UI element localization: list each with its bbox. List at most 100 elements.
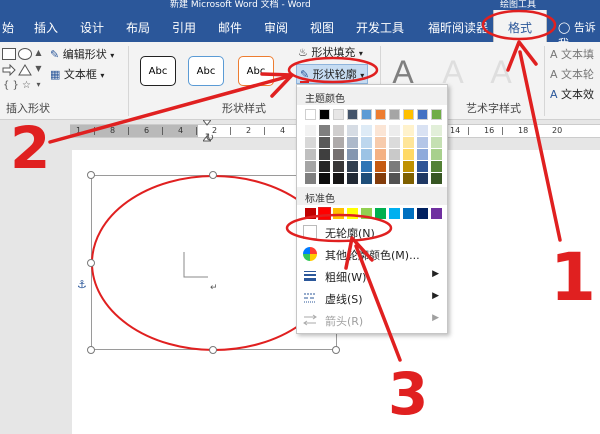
theme-color-shade-swatch[interactable]	[431, 125, 442, 136]
submenu-arrow-icon: ▶	[432, 291, 439, 301]
dashes-label: 虚线(S)	[325, 293, 363, 306]
standard-color-swatch[interactable]	[347, 208, 358, 219]
more-outline-colors-item[interactable]: 其他轮廓颜色(M)...	[297, 243, 447, 265]
weight-label: 粗细(W)	[325, 271, 367, 284]
theme-color-shade-swatch[interactable]	[319, 173, 330, 184]
theme-color-shade-swatch[interactable]	[389, 173, 400, 184]
theme-color-shade-swatch[interactable]	[361, 173, 372, 184]
standard-color-swatch[interactable]	[375, 208, 386, 219]
theme-color-shade-swatch[interactable]	[417, 125, 428, 136]
theme-color-shade-swatch[interactable]	[333, 137, 344, 148]
standard-color-swatch[interactable]	[403, 208, 414, 219]
dashes-item[interactable]: 虚线(S) ▶	[297, 287, 447, 309]
theme-color-shade-swatch[interactable]	[431, 137, 442, 148]
no-outline-label: 无轮廓(N)	[325, 227, 375, 240]
weight-item[interactable]: 粗细(W) ▶	[297, 265, 447, 287]
theme-color-swatch[interactable]	[361, 109, 372, 120]
theme-color-shade-swatch[interactable]	[389, 137, 400, 148]
theme-color-swatch[interactable]	[403, 109, 414, 120]
standard-color-swatch[interactable]	[318, 207, 331, 220]
line-weight-icon	[304, 271, 316, 281]
theme-color-shade-swatch[interactable]	[361, 137, 372, 148]
standard-color-swatch[interactable]	[389, 208, 400, 219]
theme-color-shade-swatch[interactable]	[403, 173, 414, 184]
arrow-style-icon	[303, 314, 317, 326]
arrows-label: 箭头(R)	[325, 315, 364, 328]
theme-color-shade-swatch[interactable]	[417, 137, 428, 148]
more-outline-colors-label: 其他轮廓颜色(M)...	[325, 249, 420, 262]
color-wheel-icon	[303, 247, 317, 261]
theme-color-shade-swatch[interactable]	[389, 161, 400, 172]
theme-color-shade-swatch[interactable]	[403, 149, 414, 160]
theme-color-shade-swatch[interactable]	[305, 149, 316, 160]
theme-color-shade-swatch[interactable]	[431, 173, 442, 184]
theme-color-swatch[interactable]	[305, 109, 316, 120]
theme-color-shade-swatch[interactable]	[417, 173, 428, 184]
submenu-arrow-icon: ▶	[432, 313, 439, 323]
resize-handle[interactable]	[87, 171, 95, 179]
theme-color-shade-swatch[interactable]	[305, 137, 316, 148]
theme-color-shade-swatch[interactable]	[333, 173, 344, 184]
theme-color-swatch[interactable]	[333, 109, 344, 120]
theme-color-shade-swatch[interactable]	[305, 173, 316, 184]
theme-color-shade-swatch[interactable]	[347, 149, 358, 160]
standard-color-swatch[interactable]	[431, 208, 442, 219]
theme-color-shade-swatch[interactable]	[375, 161, 386, 172]
theme-color-shade-swatch[interactable]	[347, 161, 358, 172]
theme-colors-heading: 主题颜色	[297, 87, 447, 105]
theme-color-shade-swatch[interactable]	[319, 161, 330, 172]
dash-style-icon	[304, 293, 316, 303]
theme-color-shade-swatch[interactable]	[347, 137, 358, 148]
theme-color-shade-swatch[interactable]	[305, 125, 316, 136]
anchor-icon: ⚓	[77, 278, 87, 291]
theme-color-shade-swatch[interactable]	[403, 161, 414, 172]
theme-color-shade-swatch[interactable]	[375, 137, 386, 148]
theme-color-shade-swatch[interactable]	[319, 149, 330, 160]
theme-color-shade-swatch[interactable]	[431, 149, 442, 160]
theme-color-shade-swatch[interactable]	[347, 125, 358, 136]
theme-color-swatch[interactable]	[375, 109, 386, 120]
theme-color-swatch[interactable]	[431, 109, 442, 120]
standard-color-swatch[interactable]	[361, 208, 372, 219]
paragraph-mark: ↵	[210, 283, 218, 293]
theme-color-shade-swatch[interactable]	[319, 137, 330, 148]
theme-color-shade-swatch[interactable]	[333, 149, 344, 160]
standard-colors-heading: 标准色	[297, 187, 447, 205]
rotate-handle-icon[interactable]: ↻	[205, 131, 214, 144]
shape-outline-menu: 主题颜色 标准色 无轮廓(N) 其他轮廓颜色(M)... 粗细(W) ▶ 虚线(…	[296, 84, 448, 334]
theme-color-shade-swatch[interactable]	[361, 149, 372, 160]
resize-handle[interactable]	[87, 259, 95, 267]
resize-handle[interactable]	[87, 346, 95, 354]
theme-color-swatch[interactable]	[389, 109, 400, 120]
theme-color-shade-swatch[interactable]	[305, 161, 316, 172]
theme-color-shade-swatch[interactable]	[431, 161, 442, 172]
resize-handle[interactable]	[332, 346, 340, 354]
no-outline-icon	[303, 225, 317, 239]
theme-color-shade-swatch[interactable]	[375, 125, 386, 136]
theme-color-shade-swatch[interactable]	[403, 125, 414, 136]
arrows-item[interactable]: 箭头(R) ▶	[297, 309, 447, 331]
no-outline-item[interactable]: 无轮廓(N)	[297, 221, 447, 243]
theme-color-swatch[interactable]	[347, 109, 358, 120]
theme-color-swatch[interactable]	[319, 109, 330, 120]
theme-color-shade-swatch[interactable]	[417, 149, 428, 160]
theme-color-shade-swatch[interactable]	[375, 173, 386, 184]
standard-color-swatch[interactable]	[305, 208, 316, 219]
theme-color-shade-swatch[interactable]	[361, 161, 372, 172]
theme-color-shade-swatch[interactable]	[389, 149, 400, 160]
standard-color-swatch[interactable]	[333, 208, 344, 219]
theme-color-shade-swatch[interactable]	[333, 125, 344, 136]
theme-color-shade-swatch[interactable]	[333, 161, 344, 172]
standard-color-swatch[interactable]	[417, 208, 428, 219]
theme-color-shade-swatch[interactable]	[389, 125, 400, 136]
theme-color-shade-swatch[interactable]	[375, 149, 386, 160]
resize-handle[interactable]	[209, 346, 217, 354]
theme-color-shade-swatch[interactable]	[403, 137, 414, 148]
theme-color-shade-swatch[interactable]	[319, 125, 330, 136]
theme-color-shade-swatch[interactable]	[361, 125, 372, 136]
theme-color-swatch[interactable]	[417, 109, 428, 120]
theme-color-shade-swatch[interactable]	[347, 173, 358, 184]
submenu-arrow-icon: ▶	[432, 269, 439, 279]
theme-color-shade-swatch[interactable]	[417, 161, 428, 172]
resize-handle[interactable]	[209, 171, 217, 179]
